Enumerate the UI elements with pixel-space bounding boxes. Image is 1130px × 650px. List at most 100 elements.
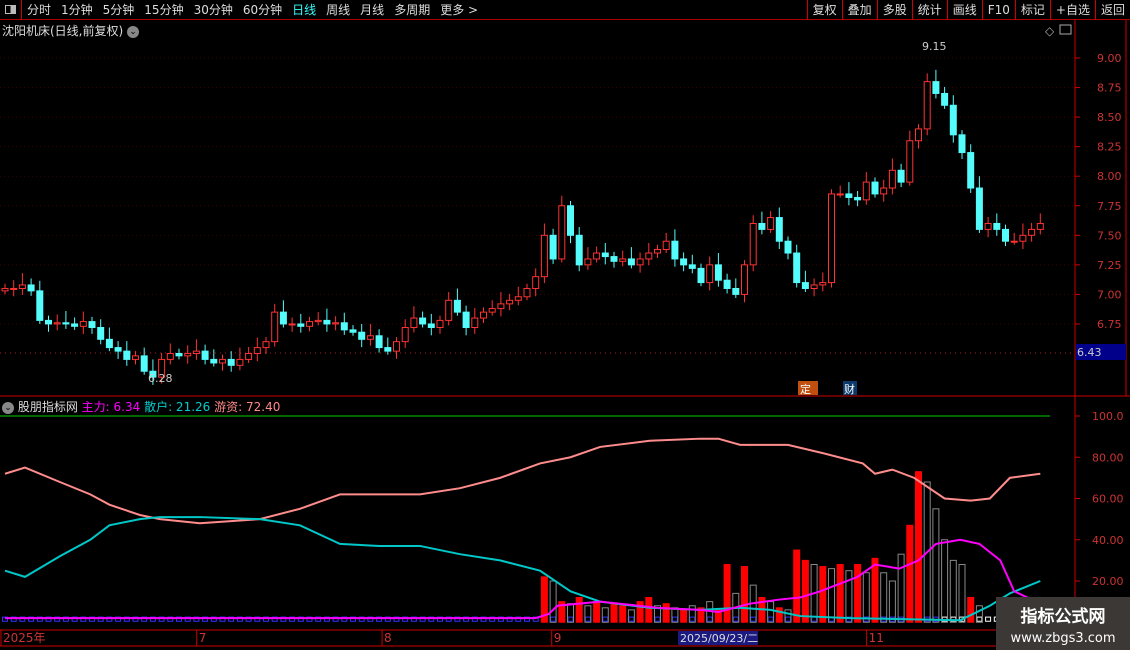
candle-body	[880, 187, 888, 195]
candle-body	[662, 240, 670, 250]
histogram-bar	[775, 607, 783, 623]
histogram-bar	[941, 539, 949, 623]
candle-body	[975, 187, 983, 230]
candle-body	[166, 353, 174, 360]
panel-toggle-icon	[1059, 24, 1072, 35]
price-tick-label: 7.25	[1097, 259, 1122, 272]
candle-body	[949, 104, 957, 136]
candle-body	[819, 282, 827, 286]
histogram-bar	[854, 564, 862, 623]
histogram-bar	[819, 566, 827, 623]
candle-body	[958, 134, 966, 154]
base-bar	[654, 616, 661, 622]
candle-body	[688, 264, 696, 269]
candle-body	[445, 299, 453, 321]
candle-body	[427, 323, 435, 328]
histogram-bar	[888, 580, 896, 623]
candle-body	[384, 347, 392, 352]
candle-body	[540, 234, 548, 278]
candle-body	[1, 287, 9, 292]
candle-body	[619, 258, 627, 262]
candle-body	[871, 181, 879, 195]
candle-body	[71, 323, 79, 327]
candle-body	[836, 193, 844, 196]
base-bar	[811, 616, 818, 622]
base-bar	[602, 616, 609, 622]
diamond-icon: ◇	[1045, 24, 1055, 38]
histogram-bar	[871, 557, 879, 623]
indicator-tick-label: 40.00	[1092, 534, 1124, 547]
candle-body	[323, 319, 331, 325]
candle-body	[610, 256, 618, 262]
base-bar	[976, 616, 983, 622]
candle-body	[349, 329, 357, 333]
candle-body	[575, 234, 583, 266]
histogram-bar	[549, 580, 557, 623]
histogram-bar	[793, 549, 801, 623]
candle-body	[1036, 222, 1044, 230]
candle-body	[201, 350, 209, 360]
base-bar	[706, 616, 713, 622]
histogram-bar	[828, 568, 835, 623]
candle-body	[506, 299, 514, 305]
candle-body	[514, 296, 522, 301]
price-tick-label: 7.50	[1097, 229, 1122, 242]
candle-body	[436, 319, 444, 328]
x-axis-label: 2025年	[3, 631, 46, 645]
candle-body	[810, 284, 818, 289]
candle-body	[984, 222, 992, 230]
candle-body	[758, 222, 766, 230]
candle-body	[732, 287, 740, 295]
candle-body	[1019, 234, 1027, 242]
candle-body	[18, 284, 26, 289]
candle-body	[749, 222, 757, 266]
candle-body	[105, 338, 113, 349]
candle-body	[671, 240, 679, 260]
candle-body	[88, 321, 96, 328]
kline-chart[interactable]: ◇ 9.00 8.75 8.50 8.25 8.00 7.75 7.50 7.25 7.00 6.7…	[0, 0, 1130, 650]
candle-body	[523, 287, 531, 298]
indicator-header: ⌄ 股朋指标网 主力: 6.34 散户: 21.26 游资: 72.40	[2, 398, 280, 415]
candle-body	[45, 319, 52, 325]
histogram-bar	[932, 508, 940, 623]
candle-body	[741, 264, 748, 295]
candle-body	[36, 290, 44, 321]
hot-money-line	[4, 437, 1041, 525]
candle-body	[192, 350, 200, 354]
candle-body	[271, 311, 279, 343]
candle-body	[654, 248, 661, 254]
candle-body	[97, 326, 105, 340]
watermark-logo: 指标公式网 www.zbgs3.com	[996, 597, 1130, 650]
candle-body	[497, 303, 505, 310]
histogram-bar	[880, 572, 888, 623]
candle-body	[1010, 240, 1018, 243]
candle-body	[714, 264, 722, 281]
hot-money-value: 游资: 72.40	[214, 400, 281, 414]
candle-body	[358, 331, 366, 340]
candle-body	[453, 299, 461, 313]
candle-body	[79, 321, 87, 327]
candle-body	[332, 322, 340, 325]
retail-value: 散户: 21.26	[144, 400, 211, 414]
candle-body	[340, 322, 348, 331]
price-tick-label: 8.00	[1097, 170, 1122, 183]
candle-body	[140, 355, 148, 372]
candle-body	[932, 81, 940, 94]
candle-body	[114, 347, 122, 352]
histogram-bar	[801, 559, 809, 623]
candle-body	[941, 92, 949, 106]
candle-body	[53, 322, 61, 325]
indicator-name: 股朋指标网	[17, 400, 78, 414]
low-price-label: 6.28	[148, 372, 173, 385]
price-tick-label: 8.75	[1097, 82, 1122, 95]
candle-body	[410, 317, 418, 328]
candle-body	[993, 222, 1001, 230]
chevron-down-icon[interactable]: ⌄	[2, 401, 14, 414]
histogram-bar	[575, 597, 583, 623]
candle-body	[645, 252, 653, 260]
histogram-bar	[862, 572, 870, 623]
candle-body	[697, 267, 705, 284]
candle-body	[636, 258, 644, 266]
histogram-bar	[619, 605, 627, 623]
candle-body	[845, 193, 853, 198]
